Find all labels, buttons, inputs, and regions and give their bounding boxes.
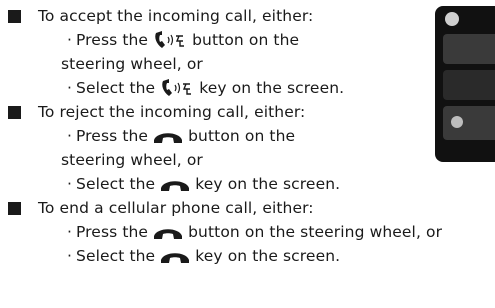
dot-bullet-icon: · <box>67 175 73 193</box>
settings-icon <box>451 116 463 128</box>
dot-bullet-icon: · <box>67 79 73 97</box>
square-bullet-icon <box>8 106 21 119</box>
head-unit-screen-image <box>435 6 495 162</box>
phone-accept-voice-icon <box>155 31 185 48</box>
dot-bullet-icon: · <box>67 127 73 145</box>
phone-hangup-icon <box>161 253 190 263</box>
square-bullet-icon <box>8 202 21 215</box>
phone-hangup-icon <box>154 133 183 143</box>
phone-accept-voice-icon <box>162 79 192 96</box>
square-bullet-icon <box>8 10 21 23</box>
phone-hangup-icon <box>161 181 190 191</box>
phone-hangup-icon <box>154 229 183 239</box>
screen-button <box>443 70 495 100</box>
screen-button <box>443 34 495 64</box>
manual-page: To accept the incoming call, either: · Pr… <box>0 0 495 308</box>
info-icon <box>445 12 459 26</box>
screen-button <box>443 106 495 140</box>
dot-bullet-icon: · <box>67 31 73 49</box>
dot-bullet-icon: · <box>67 223 73 241</box>
dot-bullet-icon: · <box>67 247 73 265</box>
